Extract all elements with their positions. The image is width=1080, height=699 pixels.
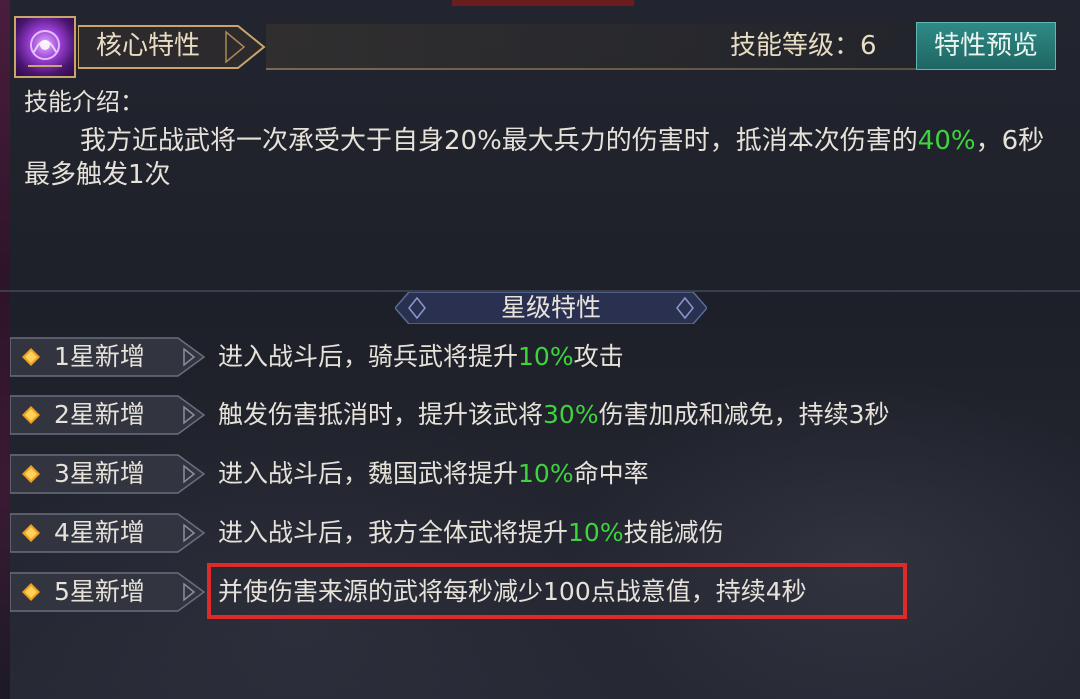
desc-post: 攻击 [573, 342, 624, 371]
core-trait-title: 核心特性 [96, 31, 201, 61]
trait-preview-button[interactable]: 特性预览 [916, 22, 1056, 70]
star-row-3: 3星新增 进入战斗后，魏国武将提升10%命中率 [0, 454, 1080, 500]
skill-level: 技能等级：6 [730, 31, 877, 61]
desc-pre: 进入战斗后，魏国武将提升 [218, 459, 519, 488]
desc-highlight: 10% [568, 518, 624, 547]
star-description: 进入战斗后，魏国武将提升10%命中率 [218, 457, 649, 491]
diamond-gem-icon [22, 524, 40, 542]
diamond-gem-icon [22, 465, 40, 483]
diamond-gem-icon [22, 406, 40, 424]
desc-post: 伤害加成和减免，持续3秒 [598, 400, 890, 429]
star-level-label: 2星新增 [54, 400, 145, 429]
diamond-gem-icon [22, 583, 40, 601]
skill-intro-label: 技能介绍： [24, 88, 144, 116]
desc-post: 技能减伤 [623, 518, 724, 547]
desc-highlight: 10% [518, 459, 574, 488]
desc-highlight: 30% [543, 400, 599, 429]
desc-pre: 进入战斗后，骑兵武将提升 [218, 342, 519, 371]
top-notch-decoration [452, 0, 634, 6]
red-annotation-box [207, 563, 907, 619]
desc-post: 命中率 [573, 459, 649, 488]
desc-highlight: 10% [518, 342, 574, 371]
intro-text-part1: 我方近战武将一次承受大于自身20%最大兵力的伤害时，抵消本次伤害的 [80, 126, 918, 156]
diamond-gem-icon [22, 348, 40, 366]
skill-intro-text: 我方近战武将一次承受大于自身20%最大兵力的伤害时，抵消本次伤害的40%，6秒最… [24, 124, 1070, 192]
star-section-title: 星级特性 [500, 293, 601, 322]
purple-skill-orb-icon[interactable] [14, 16, 76, 78]
header-underline [266, 68, 916, 70]
desc-pre: 触发伤害抵消时，提升该武将 [218, 400, 544, 429]
intro-highlight: 40% [917, 126, 976, 156]
star-row-1: 1星新增 进入战斗后，骑兵武将提升10%攻击 [0, 337, 1080, 383]
star-row-2: 2星新增 触发伤害抵消时，提升该武将30%伤害加成和减免，持续3秒 [0, 395, 1080, 441]
star-description: 进入战斗后，我方全体武将提升10%技能减伤 [218, 516, 724, 550]
star-level-label: 1星新增 [54, 342, 145, 371]
star-level-label: 4星新增 [54, 518, 145, 547]
star-level-label: 3星新增 [54, 459, 145, 488]
star-level-label: 5星新增 [54, 577, 145, 606]
star-description: 触发伤害抵消时，提升该武将30%伤害加成和减免，持续3秒 [218, 398, 890, 432]
star-description: 进入战斗后，骑兵武将提升10%攻击 [218, 340, 624, 374]
desc-pre: 进入战斗后，我方全体武将提升 [218, 518, 569, 547]
star-row-4: 4星新增 进入战斗后，我方全体武将提升10%技能减伤 [0, 513, 1080, 559]
